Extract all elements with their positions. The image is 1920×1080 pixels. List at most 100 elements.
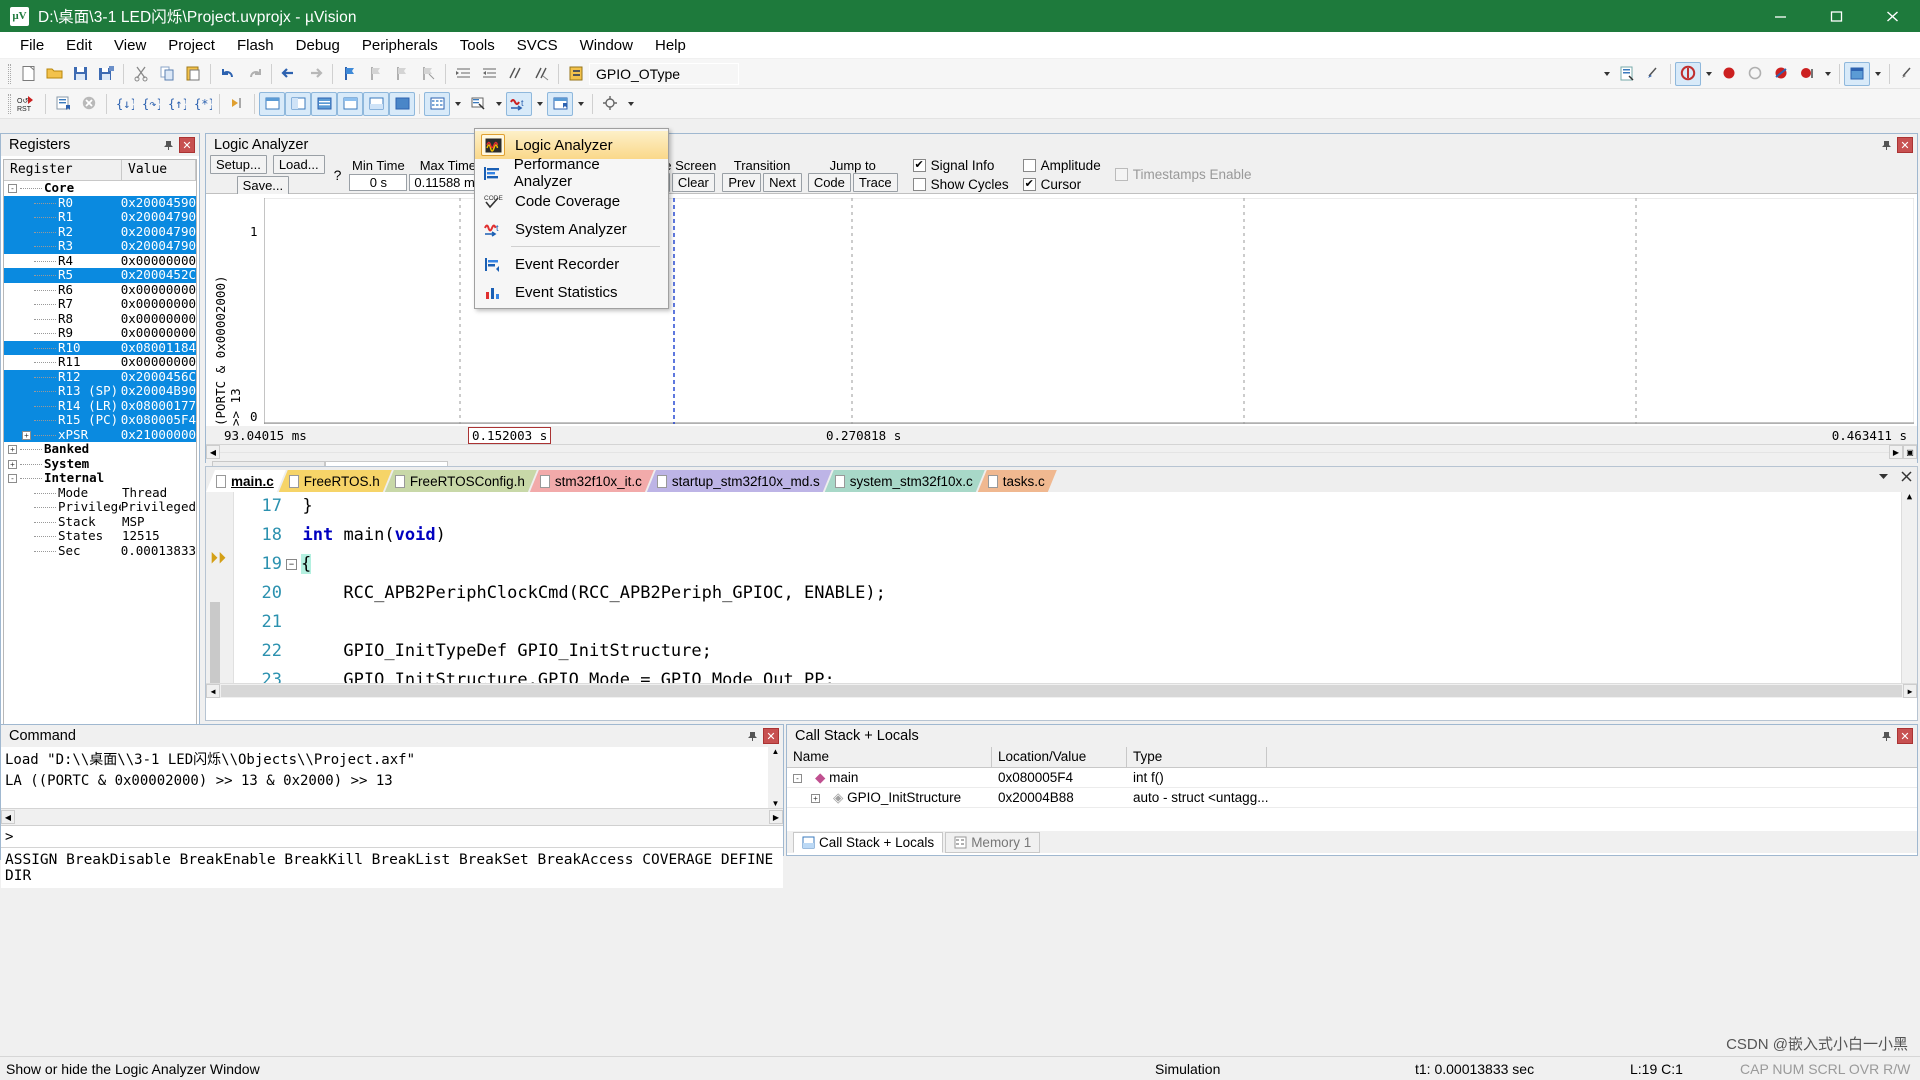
scroll-end-icon[interactable]: ▣ — [1903, 445, 1917, 459]
bookmark-next-icon[interactable] — [389, 62, 415, 86]
close-icon[interactable]: ✕ — [179, 137, 195, 153]
register-row[interactable]: R50x2000452C — [4, 268, 196, 283]
undo-icon[interactable] — [215, 62, 241, 86]
breakpoint-dropdown-icon[interactable] — [1820, 62, 1835, 86]
serial-window-icon[interactable] — [465, 92, 491, 116]
analysis-dropdown-icon[interactable] — [532, 92, 547, 116]
save-all-icon[interactable] — [93, 62, 119, 86]
hscroll-thumb[interactable] — [221, 685, 1902, 697]
register-row[interactable]: R120x2000456C — [4, 370, 196, 385]
register-row[interactable]: States12515 — [4, 529, 196, 544]
jump-trace-button[interactable]: Trace — [853, 173, 898, 192]
trace-dropdown-icon[interactable] — [573, 92, 588, 116]
breakpoint-icon[interactable] — [1716, 62, 1742, 86]
memory-window-icon[interactable] — [424, 92, 450, 116]
disassembly-window-icon[interactable] — [285, 92, 311, 116]
cmd-hscroll-right-icon[interactable]: ▶ — [769, 810, 783, 824]
menu-svcs[interactable]: SVCS — [506, 34, 569, 57]
goto-definition-icon[interactable] — [563, 62, 589, 86]
cut-icon[interactable] — [128, 62, 154, 86]
pin-icon[interactable] — [160, 137, 176, 153]
manage-project-icon[interactable] — [1614, 62, 1640, 86]
pin-icon[interactable] — [1878, 728, 1894, 744]
registers-window-icon[interactable] — [337, 92, 363, 116]
editor-vscrollbar[interactable]: ▲ ▼ — [1901, 492, 1917, 698]
bookmark-prev-icon[interactable] — [363, 62, 389, 86]
menu-tools[interactable]: Tools — [449, 34, 506, 57]
forward-icon[interactable] — [302, 62, 328, 86]
bookmark-toggle-icon[interactable] — [337, 62, 363, 86]
close-icon[interactable]: ✕ — [1897, 137, 1913, 153]
register-row[interactable]: R15 (PC)0x080005F4 — [4, 413, 196, 428]
menu-item-logic-analyzer[interactable]: Logic Analyzer — [475, 131, 668, 159]
code-editor[interactable]: ⏵⏵ 17 }18 int main(void)19−{20 RCC_APB2P… — [206, 492, 1917, 698]
symbols-window-icon[interactable] — [311, 92, 337, 116]
register-row[interactable]: -Internal — [4, 471, 196, 486]
memory-dropdown-icon[interactable] — [450, 92, 465, 116]
register-row[interactable]: +xPSR0x21000000 — [4, 428, 196, 443]
tree-expander-icon[interactable]: + — [8, 460, 17, 469]
amplitude-checkbox[interactable]: Amplitude — [1023, 158, 1101, 173]
save-icon[interactable] — [67, 62, 93, 86]
cmd-hscroll-left-icon[interactable]: ◀ — [1, 810, 15, 824]
code-line[interactable]: 19−{ — [236, 550, 1917, 579]
tree-expander-icon[interactable]: + — [22, 431, 31, 440]
run-to-cursor-icon[interactable]: {*} — [189, 92, 215, 116]
cmd-scroll-up-icon[interactable]: ▲ — [768, 747, 783, 756]
components-dropdown-icon[interactable] — [1870, 62, 1885, 86]
jump-code-button[interactable]: Code — [808, 173, 851, 192]
register-row[interactable]: R30x20004790 — [4, 239, 196, 254]
register-row[interactable]: +Banked — [4, 442, 196, 457]
step-into-icon[interactable]: {↓} — [111, 92, 137, 116]
step-over-icon[interactable]: {↷} — [137, 92, 163, 116]
callstack-row[interactable]: -◆ main0x080005F4int f() — [787, 768, 1917, 788]
step-out-icon[interactable]: {↑} — [163, 92, 189, 116]
redo-icon[interactable] — [241, 62, 267, 86]
command-window-icon[interactable] — [259, 92, 285, 116]
paste-icon[interactable] — [180, 62, 206, 86]
menu-project[interactable]: Project — [157, 34, 226, 57]
tree-expander-icon[interactable]: - — [8, 474, 17, 483]
bookmark-clear-icon[interactable] — [415, 62, 441, 86]
menu-file[interactable]: File — [9, 34, 55, 57]
register-row[interactable]: R20x20004790 — [4, 225, 196, 240]
register-row[interactable]: -Core — [4, 181, 196, 196]
clear-button[interactable]: Clear — [672, 173, 715, 192]
watch-window-icon[interactable] — [389, 92, 415, 116]
command-vscrollbar[interactable]: ▲ ▼ — [768, 747, 783, 808]
configure-icon[interactable] — [1640, 62, 1666, 86]
pin-icon[interactable] — [1878, 137, 1894, 153]
tree-expander-icon[interactable]: - — [793, 774, 802, 783]
register-row[interactable]: R14 (LR)0x08000177 — [4, 399, 196, 414]
menu-view[interactable]: View — [103, 34, 157, 57]
waveform-scrollbar[interactable]: ◀ ▶ ▣ — [206, 444, 1917, 459]
target-combo[interactable]: GPIO_OType — [589, 63, 739, 85]
menu-debug[interactable]: Debug — [285, 34, 351, 57]
register-row[interactable]: R110x00000000 — [4, 355, 196, 370]
toolbar-grip[interactable] — [8, 94, 11, 114]
close-icon[interactable]: ✕ — [763, 728, 779, 744]
combo-dropdown-icon[interactable] — [1599, 62, 1614, 86]
save-button[interactable]: Save... — [237, 176, 289, 195]
editor-tab-freertos-h[interactable]: FreeRTOS.h — [279, 470, 392, 492]
debug-session-icon[interactable] — [1675, 62, 1701, 86]
code-line[interactable]: 18 int main(void) — [236, 521, 1917, 550]
tree-expander-icon[interactable]: + — [8, 445, 17, 454]
menu-item-code-coverage[interactable]: CODECode Coverage — [475, 187, 668, 215]
editor-tab-startup-stm32f10x-md-s[interactable]: startup_stm32f10x_md.s — [647, 470, 832, 492]
register-row[interactable]: +System — [4, 457, 196, 472]
register-row[interactable]: R10x20004790 — [4, 210, 196, 225]
min-time-value[interactable]: 0 s — [349, 174, 407, 191]
menu-window[interactable]: Window — [569, 34, 644, 57]
analysis-window-icon[interactable]: t — [506, 92, 532, 116]
register-row[interactable]: R80x00000000 — [4, 312, 196, 327]
menu-edit[interactable]: Edit — [55, 34, 103, 57]
registers-tree[interactable]: -CoreR00x20004590R10x20004790R20x2000479… — [4, 181, 196, 558]
register-row[interactable]: Sec0.00013833 — [4, 544, 196, 559]
code-line[interactable]: 17 } — [236, 492, 1917, 521]
register-row[interactable]: R13 (SP)0x20004B90 — [4, 384, 196, 399]
code-line[interactable]: 22 GPIO_InitTypeDef GPIO_InitStructure; — [236, 637, 1917, 666]
reset-icon[interactable]: O↺RST — [15, 92, 41, 116]
command-log[interactable]: Load "D:\\桌面\\3-1 LED闪烁\\Objects\\Projec… — [1, 747, 783, 809]
command-hscrollbar[interactable]: ◀ ▶ — [1, 809, 783, 825]
